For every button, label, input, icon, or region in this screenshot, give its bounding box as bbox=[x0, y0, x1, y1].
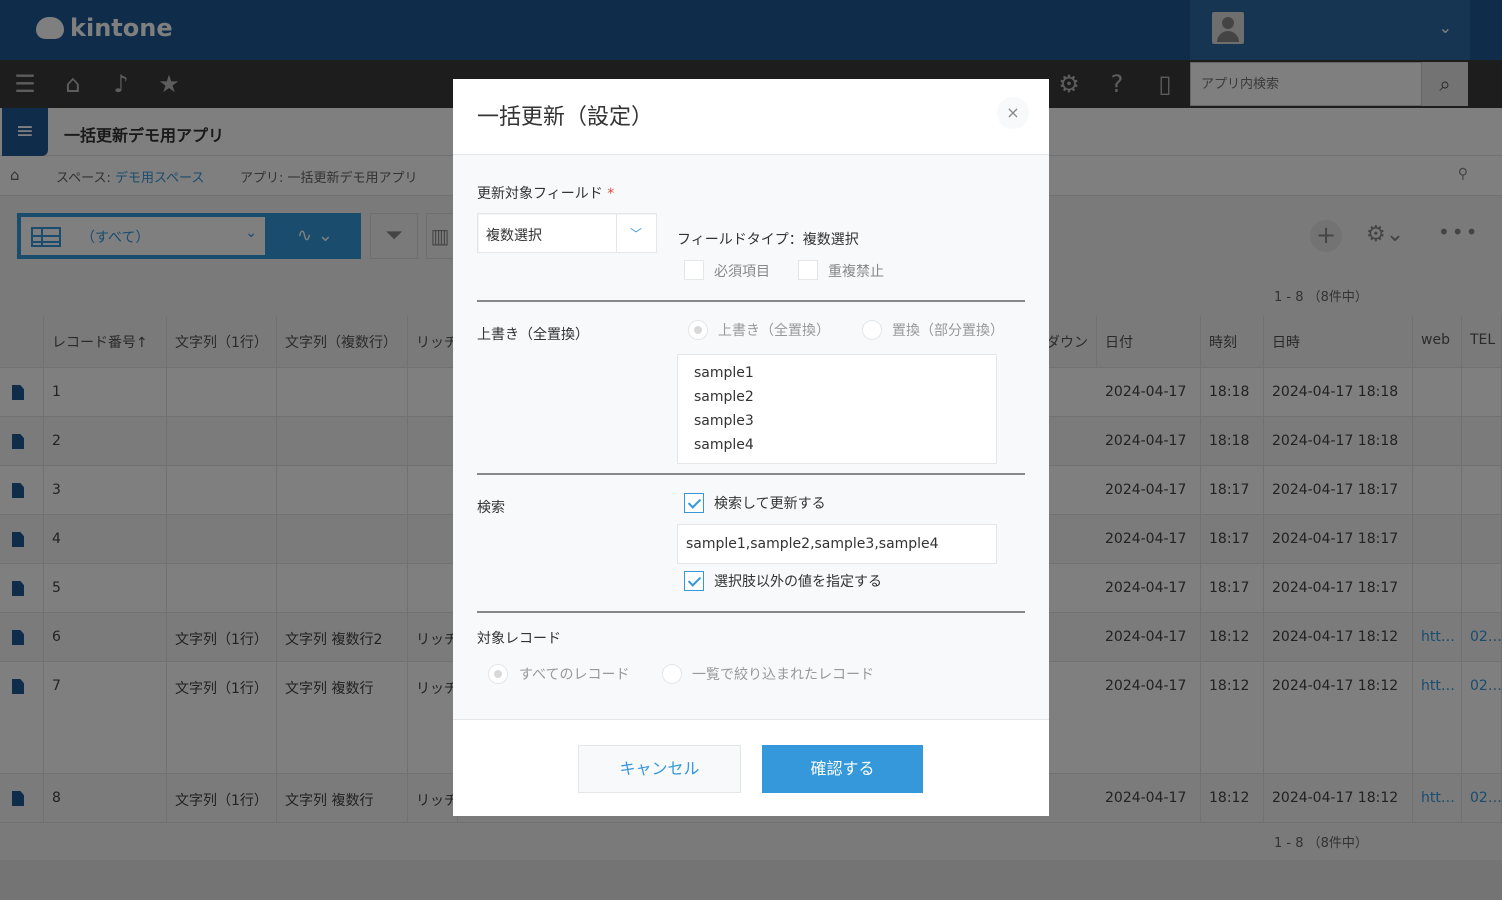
divider bbox=[477, 300, 1025, 302]
radio-filtered-records[interactable] bbox=[662, 664, 682, 684]
search-label: 検索 bbox=[477, 500, 505, 516]
options-listbox[interactable]: sample1 sample2 sample3 sample4 bbox=[677, 354, 997, 464]
list-item[interactable]: sample2 bbox=[694, 385, 980, 409]
radio-all-records[interactable] bbox=[488, 664, 508, 684]
list-item[interactable]: sample4 bbox=[694, 433, 980, 457]
radio-overwrite-full[interactable] bbox=[688, 320, 708, 340]
target-field-label-text: 更新対象フィールド bbox=[477, 186, 603, 202]
target-records-label: 対象レコード bbox=[477, 631, 561, 647]
required-item-label: 必須項目 bbox=[714, 264, 770, 280]
specify-other-checkbox[interactable] bbox=[684, 571, 704, 591]
cancel-button[interactable]: キャンセル bbox=[578, 745, 741, 793]
search-update-checkbox[interactable] bbox=[684, 493, 704, 513]
radio-overwrite-partial-label: 置換（部分置換） bbox=[892, 323, 1004, 339]
dialog-footer: キャンセル 確認する bbox=[453, 719, 1049, 816]
list-item[interactable]: sample3 bbox=[694, 409, 980, 433]
radio-all-records-label: すべてのレコード bbox=[519, 667, 630, 683]
overwrite-label: 上書き（全置換） bbox=[477, 327, 589, 343]
divider bbox=[477, 473, 1025, 475]
target-field-value: 複数選択 bbox=[486, 228, 542, 244]
dialog-header: 一括更新（設定） × bbox=[453, 79, 1049, 155]
required-mark: * bbox=[607, 186, 615, 202]
bulk-update-dialog: 一括更新（設定） × 更新対象フィールド * 複数選択 ﹀ フィールドタイプ：複… bbox=[453, 79, 1049, 816]
specify-other-label: 選択肢以外の値を指定する bbox=[714, 574, 882, 590]
dialog-title: 一括更新（設定） bbox=[477, 105, 654, 130]
field-type-text: フィールドタイプ：複数選択 bbox=[677, 232, 859, 248]
target-field-dropdown[interactable]: 複数選択 ﹀ bbox=[477, 213, 657, 253]
target-field-label: 更新対象フィールド * bbox=[477, 183, 614, 203]
list-item[interactable]: sample1 bbox=[694, 361, 980, 385]
radio-overwrite-partial[interactable] bbox=[862, 320, 882, 340]
close-icon[interactable]: × bbox=[997, 97, 1029, 129]
divider bbox=[477, 611, 1025, 613]
radio-overwrite-full-label: 上書き（全置換） bbox=[718, 323, 830, 339]
confirm-button[interactable]: 確認する bbox=[762, 745, 923, 793]
chevron-down-icon: ﹀ bbox=[630, 227, 643, 241]
search-update-label: 検索して更新する bbox=[714, 496, 826, 512]
no-duplicate-checkbox[interactable] bbox=[798, 260, 818, 280]
no-duplicate-label: 重複禁止 bbox=[828, 264, 884, 280]
radio-filtered-records-label: 一覧で絞り込まれたレコード bbox=[692, 667, 874, 683]
search-value-input[interactable] bbox=[678, 525, 996, 563]
search-value-field[interactable] bbox=[677, 524, 997, 564]
required-item-checkbox[interactable] bbox=[684, 260, 704, 280]
